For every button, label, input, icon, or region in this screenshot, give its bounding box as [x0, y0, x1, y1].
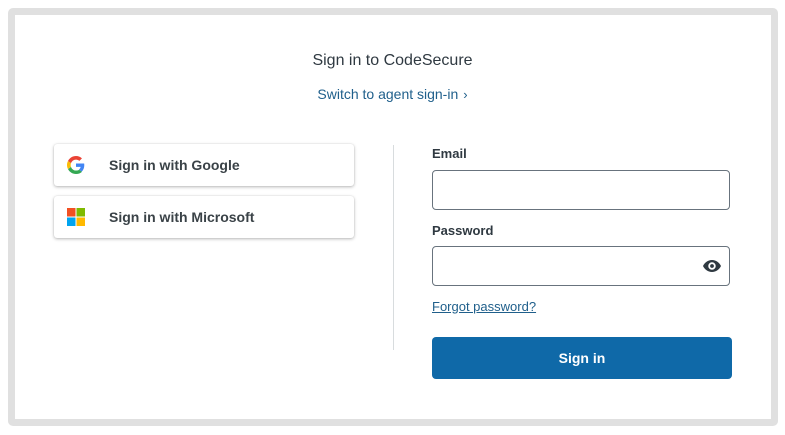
vertical-divider [393, 145, 394, 350]
microsoft-signin-label: Sign in with Microsoft [109, 209, 255, 225]
agent-link-label: Switch to agent sign-in [317, 86, 459, 102]
microsoft-signin-button[interactable]: Sign in with Microsoft [54, 196, 354, 238]
eye-icon[interactable] [703, 259, 721, 273]
switch-to-agent-link[interactable]: Switch to agent sign-in › [0, 86, 785, 102]
microsoft-logo-icon [67, 208, 85, 226]
google-signin-label: Sign in with Google [109, 157, 240, 173]
google-logo-icon [67, 156, 85, 174]
forgot-password-link[interactable]: Forgot password? [432, 299, 536, 314]
signin-button[interactable]: Sign in [432, 337, 732, 379]
password-field[interactable] [432, 246, 730, 286]
chevron-right-icon: › [463, 87, 468, 102]
email-field[interactable] [432, 170, 730, 210]
page-title: Sign in to CodeSecure [312, 52, 473, 69]
google-signin-button[interactable]: Sign in with Google [54, 144, 354, 186]
password-label: Password [432, 223, 494, 238]
email-label: Email [432, 146, 467, 161]
